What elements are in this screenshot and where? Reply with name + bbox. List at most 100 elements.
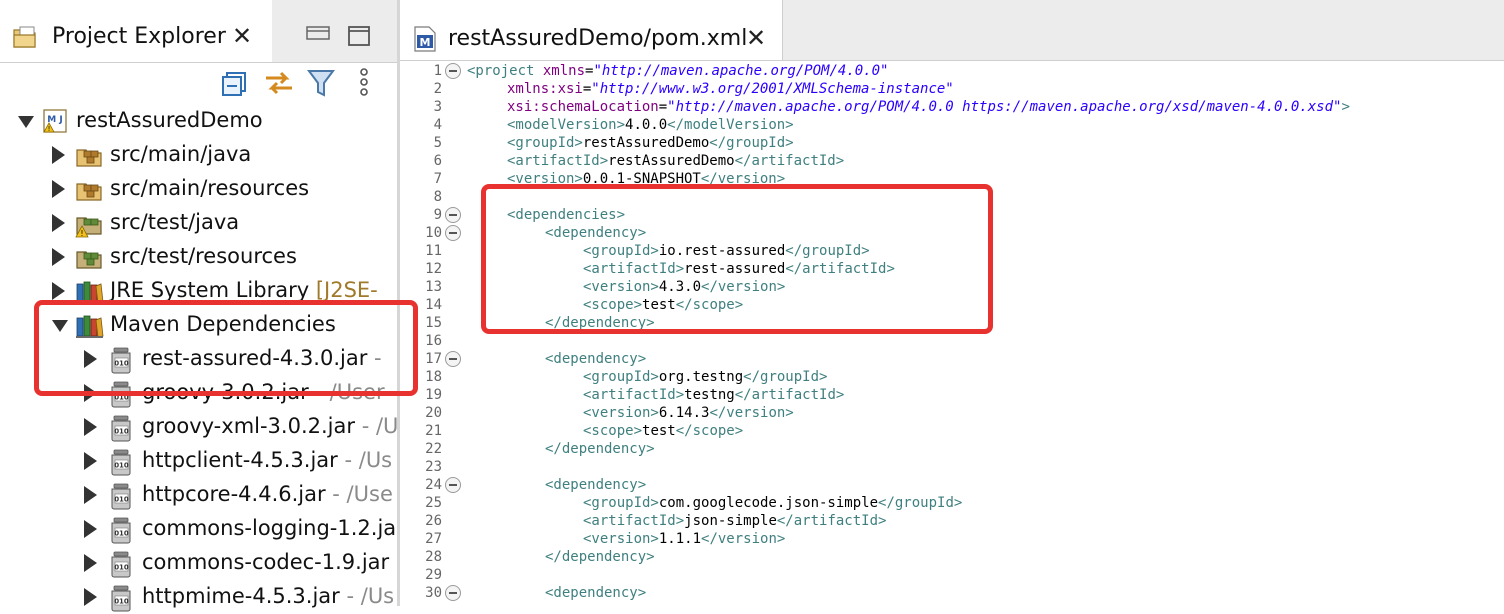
code-text: <artifactId>json-simple</artifactId>	[583, 512, 886, 530]
project-explorer-tab[interactable]: Project Explorer ✕	[0, 0, 272, 62]
line-number: 21	[425, 423, 442, 439]
line-number: 20	[425, 405, 442, 421]
link-with-editor-icon[interactable]	[262, 66, 296, 100]
expand-twisty-icon[interactable]	[84, 554, 97, 572]
code-line[interactable]: 4 <modelVersion>4.0.0</modelVersion>	[400, 116, 1504, 134]
expand-twisty-icon[interactable]	[52, 248, 65, 266]
code-line[interactable]: 1 <project xmlns="http://maven.apache.org…	[400, 62, 1504, 80]
expand-twisty-icon[interactable]	[84, 418, 97, 436]
tree-item-decoration: - /Us	[337, 448, 393, 472]
tree-item-2[interactable]: src/main/resources	[0, 172, 397, 206]
code-text: <artifactId>restAssuredDemo</artifactId>	[507, 152, 844, 170]
code-line[interactable]: 30 <dependency>	[400, 584, 1504, 602]
jar-icon: 010	[111, 449, 131, 476]
code-line[interactable]: 3 xsi:schemaLocation="http://maven.apache…	[400, 98, 1504, 116]
code-line[interactable]: 18 <groupId>org.testng</groupId>	[400, 368, 1504, 386]
line-number: 7	[433, 171, 442, 187]
tree-item-label: groovy-xml-3.0.2.jar - /U	[142, 414, 398, 438]
code-line[interactable]: 24 <dependency>	[400, 476, 1504, 494]
line-number: 4	[433, 117, 442, 133]
expand-twisty-icon[interactable]	[52, 180, 65, 198]
tree-item-name: JRE System Library	[110, 278, 310, 302]
tree-item-9[interactable]: 010 groovy-xml-3.0.2.jar - /U	[0, 410, 398, 444]
code-line[interactable]: 2 xmlns:xsi="http://www.w3.org/2001/XMLSc…	[400, 80, 1504, 98]
collapse-all-icon[interactable]	[220, 66, 248, 100]
tree-item-3[interactable]: ! src/test/java	[0, 206, 397, 240]
code-text: <groupId>org.testng</groupId>	[583, 368, 827, 386]
code-text: <scope>test</scope>	[583, 422, 743, 440]
project-explorer-icon	[13, 26, 36, 48]
package-folder-icon	[76, 183, 102, 201]
code-line[interactable]: 20 <version>6.14.3</version>	[400, 404, 1504, 422]
code-token: org.testng	[658, 369, 744, 385]
code-line[interactable]: 27 <version>1.1.1</version>	[400, 530, 1504, 548]
close-icon[interactable]: ✕	[232, 24, 252, 48]
xml-source-editor[interactable]: 1 <project xmlns="http://maven.apache.org…	[400, 62, 1504, 606]
view-menu-icon[interactable]	[356, 66, 372, 100]
code-token: <dependency>	[545, 351, 647, 367]
tree-item-label: src/test/java	[110, 210, 239, 234]
expand-twisty-icon[interactable]	[52, 214, 65, 232]
expand-twisty-icon[interactable]	[84, 452, 97, 470]
fold-toggle-icon[interactable]	[445, 585, 461, 601]
tree-item-11[interactable]: 010 httpcore-4.4.6.jar - /Use	[0, 478, 397, 512]
maximize-icon[interactable]	[348, 26, 370, 46]
code-token: <groupId>	[507, 135, 583, 151]
tree-item-0[interactable]: M J! restAssuredDemo	[0, 104, 397, 138]
svg-text:!: !	[80, 229, 83, 238]
code-line[interactable]: 26 <artifactId>json-simple</artifactId>	[400, 512, 1504, 530]
code-line[interactable]: 6 <artifactId>restAssuredDemo</artifactId…	[400, 152, 1504, 170]
tree-item-12[interactable]: 010 commons-logging-1.2.ja	[0, 512, 397, 546]
fold-toggle-icon[interactable]	[445, 477, 461, 493]
code-line[interactable]: 19 <artifactId>testng</artifactId>	[400, 386, 1504, 404]
code-line[interactable]: 25 <groupId>com.googlecode.json-simple</g…	[400, 494, 1504, 512]
code-line[interactable]: 23	[400, 458, 1504, 476]
code-text: <dependency>	[545, 584, 646, 602]
code-token: </dependency>	[545, 441, 655, 457]
minimize-icon[interactable]	[306, 26, 330, 40]
code-token: </scope>	[675, 423, 744, 439]
code-line[interactable]: 5 <groupId>restAssuredDemo</groupId>	[400, 134, 1504, 152]
line-number: 26	[425, 513, 442, 529]
fold-toggle-icon[interactable]	[445, 225, 461, 241]
fold-toggle-icon[interactable]	[445, 351, 461, 367]
expand-twisty-icon[interactable]	[84, 520, 97, 538]
tree-item-4[interactable]: src/test/resources	[0, 240, 397, 274]
code-line[interactable]: 17 <dependency>	[400, 350, 1504, 368]
code-line[interactable]: 29	[400, 566, 1504, 584]
code-token: "http://maven.apache.org/POM/4.0.0"	[593, 63, 889, 79]
code-text: <modelVersion>4.0.0</modelVersion>	[507, 116, 794, 134]
tree-item-label: commons-logging-1.2.ja	[142, 516, 396, 540]
code-line[interactable]: 28 </dependency>	[400, 548, 1504, 566]
code-token: com.googlecode.json-simple	[658, 495, 879, 511]
package-folder-icon	[76, 149, 102, 167]
expand-twisty-icon[interactable]	[52, 282, 65, 300]
code-line[interactable]: 21 <scope>test</scope>	[400, 422, 1504, 440]
tree-item-14[interactable]: 010 httpmime-4.5.3.jar - /Us	[0, 580, 397, 614]
fold-toggle-icon[interactable]	[445, 63, 461, 79]
tree-item-name: commons-logging-1.2.ja	[142, 516, 397, 540]
expand-twisty-icon[interactable]	[52, 146, 65, 164]
code-token: restAssuredDemo	[582, 135, 710, 151]
code-token: </version>	[701, 531, 786, 547]
code-token: <groupId>	[583, 369, 659, 385]
editor-tab-pom[interactable]: M restAssuredDemo/pom.xml ✕	[400, 0, 783, 60]
line-number: 13	[425, 279, 442, 295]
tree-item-1[interactable]: src/main/java	[0, 138, 397, 172]
code-line[interactable]: 22 </dependency>	[400, 440, 1504, 458]
code-text: <project xmlns="http://maven.apache.org/…	[467, 62, 888, 80]
expand-twisty-icon[interactable]	[84, 588, 97, 606]
code-token: restAssuredDemo	[608, 153, 735, 169]
jar-icon: 010	[111, 585, 131, 612]
code-text: xsi:schemaLocation="http://maven.apache.…	[507, 98, 1350, 116]
svg-text:!: !	[48, 125, 51, 133]
tree-item-13[interactable]: 010 commons-codec-1.9.jar	[0, 546, 397, 580]
filter-icon[interactable]	[306, 66, 336, 100]
code-line[interactable]: 16	[400, 332, 1504, 350]
collapse-twisty-icon[interactable]	[18, 116, 34, 128]
tree-item-10[interactable]: 010 httpclient-4.5.3.jar - /Us	[0, 444, 397, 478]
expand-twisty-icon[interactable]	[84, 486, 97, 504]
close-icon[interactable]: ✕	[746, 26, 766, 50]
fold-toggle-icon[interactable]	[445, 207, 461, 223]
tree-item-name: commons-codec-1.9.jar	[142, 550, 390, 574]
